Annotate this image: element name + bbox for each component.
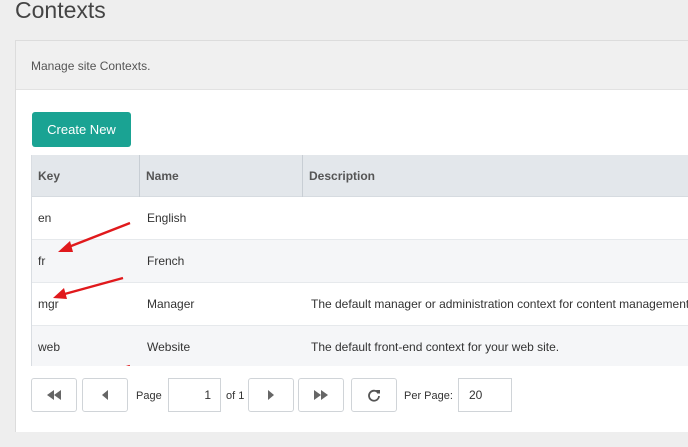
last-page-button[interactable] [298,378,344,412]
double-chevron-left-icon [47,390,61,400]
grid-header: Key Name Description [32,155,688,197]
refresh-icon [368,389,380,402]
refresh-button[interactable] [351,378,397,412]
cell-name: Manager [147,297,195,311]
pagination-toolbar: Page 1 of 1 Per Page: 20 [31,378,688,414]
cell-description: The default front-end context for your w… [311,340,560,354]
cell-name: French [147,254,185,268]
page-label: Page [136,390,162,402]
double-chevron-right-icon [314,390,328,400]
cell-key: web [38,340,61,354]
table-row[interactable]: mgr Manager The default manager or admin… [32,283,688,326]
red-arrow-icon [58,221,131,252]
cell-name: English [147,211,187,225]
chevron-left-icon [102,390,108,400]
create-new-button[interactable]: Create New [32,112,131,147]
table-row[interactable]: web Website The default front-end contex… [32,326,688,366]
page-count-label: of 1 [226,390,245,402]
cell-description: The default manager or administration co… [311,297,688,311]
page-title: Contexts [15,0,106,23]
red-arrow-icon [53,276,124,299]
page-number-input[interactable]: 1 [168,378,221,412]
cell-key: en [38,211,52,225]
previous-page-button[interactable] [82,378,128,412]
contexts-panel: Manage site Contexts. Create New Key Nam… [15,40,688,432]
column-header-description[interactable]: Description [303,155,688,197]
chevron-right-icon [268,390,274,400]
cell-name: Website [147,340,191,354]
panel-header: Manage site Contexts. [16,41,688,90]
per-page-label: Per Page: [404,390,453,402]
panel-description: Manage site Contexts. [31,59,151,73]
cell-key: fr [38,254,46,268]
per-page-input[interactable]: 20 [458,378,512,412]
column-header-key[interactable]: Key [32,155,140,197]
red-arrow-icon [125,364,130,366]
next-page-button[interactable] [248,378,294,412]
first-page-button[interactable] [31,378,77,412]
column-header-name[interactable]: Name [140,155,303,197]
contexts-grid: Key Name Description en English fr Frenc… [31,155,688,366]
